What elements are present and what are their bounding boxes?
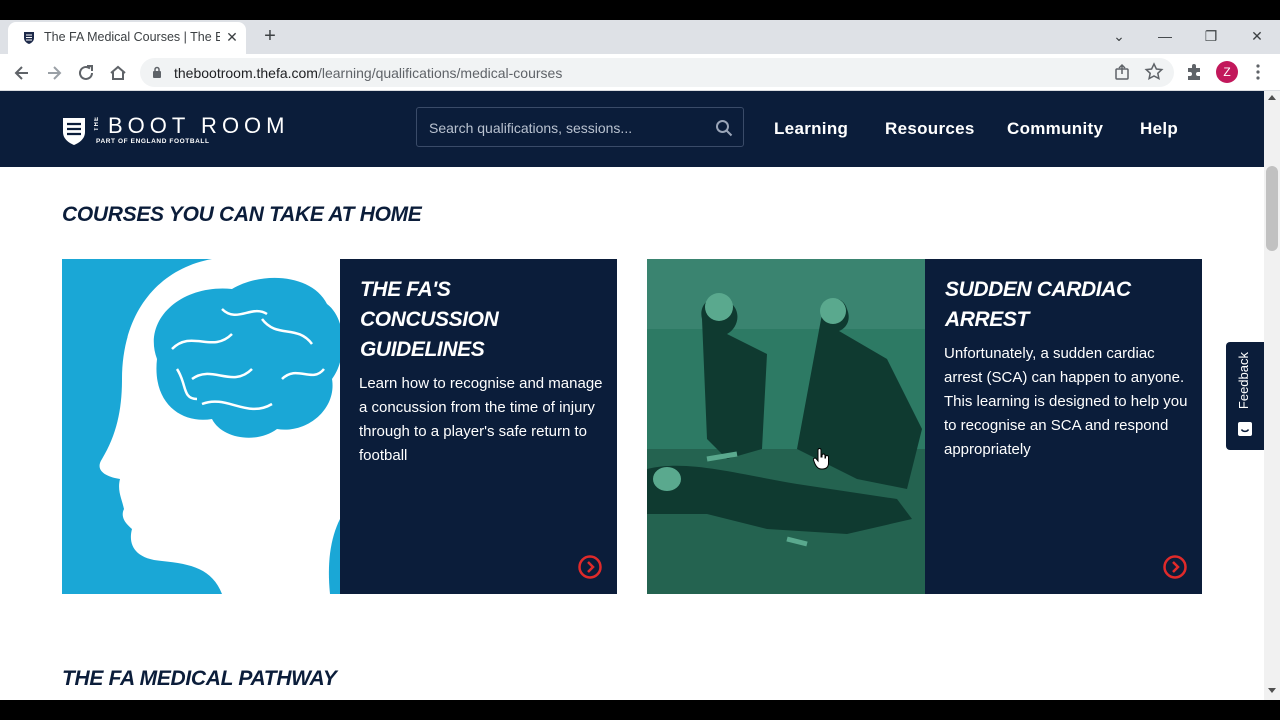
arrow-right-circle-icon[interactable] [1162, 554, 1188, 580]
home-icon[interactable] [107, 62, 129, 84]
close-window-button[interactable]: ✕ [1242, 24, 1272, 48]
extensions-puzzle-icon[interactable] [1184, 62, 1204, 82]
site-header: THE BOOT ROOM PART OF ENGLAND FOOTBALL S… [0, 91, 1264, 167]
tab-search-dropdown-icon[interactable]: ⌄ [1104, 24, 1134, 48]
cpr-training-photo [647, 259, 925, 594]
page-scrollbar[interactable] [1264, 91, 1280, 700]
course-card-concussion[interactable]: THE FA'S CONCUSSION GUIDELINES Learn how… [62, 259, 617, 594]
nav-learning[interactable]: Learning [774, 119, 848, 139]
minimize-button[interactable]: — [1150, 24, 1180, 48]
scroll-up-arrow-icon[interactable] [1268, 95, 1276, 100]
section-title-medical-pathway: THE FA MEDICAL PATHWAY [62, 667, 337, 690]
nav-help[interactable]: Help [1140, 119, 1178, 139]
back-icon[interactable] [11, 62, 33, 84]
course-card-cardiac-arrest[interactable]: SUDDEN CARDIAC ARREST Unfortunately, a s… [647, 259, 1202, 594]
url-host: thebootroom.thefa.com [174, 65, 318, 81]
feedback-label: Feedback [1236, 352, 1251, 410]
card-title[interactable]: THE FA'S CONCUSSION GUIDELINES [360, 275, 590, 365]
section-title-home-courses: COURSES YOU CAN TAKE AT HOME [62, 203, 422, 226]
url-path: /learning/qualifications/medical-courses [317, 65, 563, 81]
feedback-smile-icon [1238, 422, 1252, 436]
logo-the: THE [94, 116, 100, 131]
url-text: thebootroom.thefa.com/learning/qualifica… [174, 65, 562, 81]
address-bar[interactable]: thebootroom.thefa.com/learning/qualifica… [140, 58, 1174, 87]
more-menu-icon[interactable] [1248, 62, 1268, 82]
screen: The FA Medical Courses | The Boot Room ✕… [0, 0, 1280, 720]
bookmark-star-icon[interactable] [1144, 62, 1164, 82]
profile-avatar[interactable]: Z [1216, 61, 1238, 83]
top-black-bar [0, 0, 1280, 20]
logo-subtitle: PART OF ENGLAND FOOTBALL [96, 138, 210, 145]
search-icon[interactable] [715, 119, 733, 137]
tab-close-icon[interactable]: ✕ [224, 29, 240, 45]
share-icon[interactable] [1112, 62, 1132, 82]
three-lions-crest-icon[interactable] [62, 116, 86, 146]
bottom-black-bar [0, 700, 1280, 720]
nav-community[interactable]: Community [1007, 119, 1103, 139]
card-description: Unfortunately, a sudden cardiac arrest (… [944, 345, 1188, 458]
card-title[interactable]: SUDDEN CARDIAC ARREST [945, 275, 1175, 335]
browser-toolbar: thebootroom.thefa.com/learning/qualifica… [0, 54, 1280, 91]
tab-title: The FA Medical Courses | The Boot Room [44, 30, 220, 44]
brain-icon [153, 277, 340, 438]
site-search[interactable]: Search qualifications, sessions... [416, 107, 744, 147]
restore-button[interactable]: ❐ [1196, 24, 1226, 48]
reload-icon[interactable] [75, 62, 97, 84]
card-description: Learn how to recognise and manage a conc… [359, 375, 603, 464]
logo-text[interactable]: BOOT ROOM [108, 113, 290, 139]
arrow-right-circle-icon[interactable] [577, 554, 603, 580]
new-tab-button[interactable]: + [258, 26, 282, 48]
browser-tab-active[interactable]: The FA Medical Courses | The Boot Room ✕ [8, 22, 246, 54]
tab-strip: The FA Medical Courses | The Boot Room ✕… [0, 20, 1280, 54]
forward-icon[interactable] [43, 62, 65, 84]
search-input[interactable]: Search qualifications, sessions... [429, 120, 632, 136]
page-viewport: THE BOOT ROOM PART OF ENGLAND FOOTBALL S… [0, 91, 1264, 700]
scroll-down-arrow-icon[interactable] [1268, 688, 1276, 693]
scrollbar-thumb[interactable] [1266, 166, 1278, 251]
concussion-head-illustration [62, 259, 340, 594]
lock-icon[interactable] [152, 66, 162, 79]
hand-pointer-cursor-icon [813, 448, 829, 470]
fa-crest-icon [24, 32, 34, 44]
nav-resources[interactable]: Resources [885, 119, 975, 139]
feedback-tab[interactable]: Feedback [1226, 342, 1264, 450]
